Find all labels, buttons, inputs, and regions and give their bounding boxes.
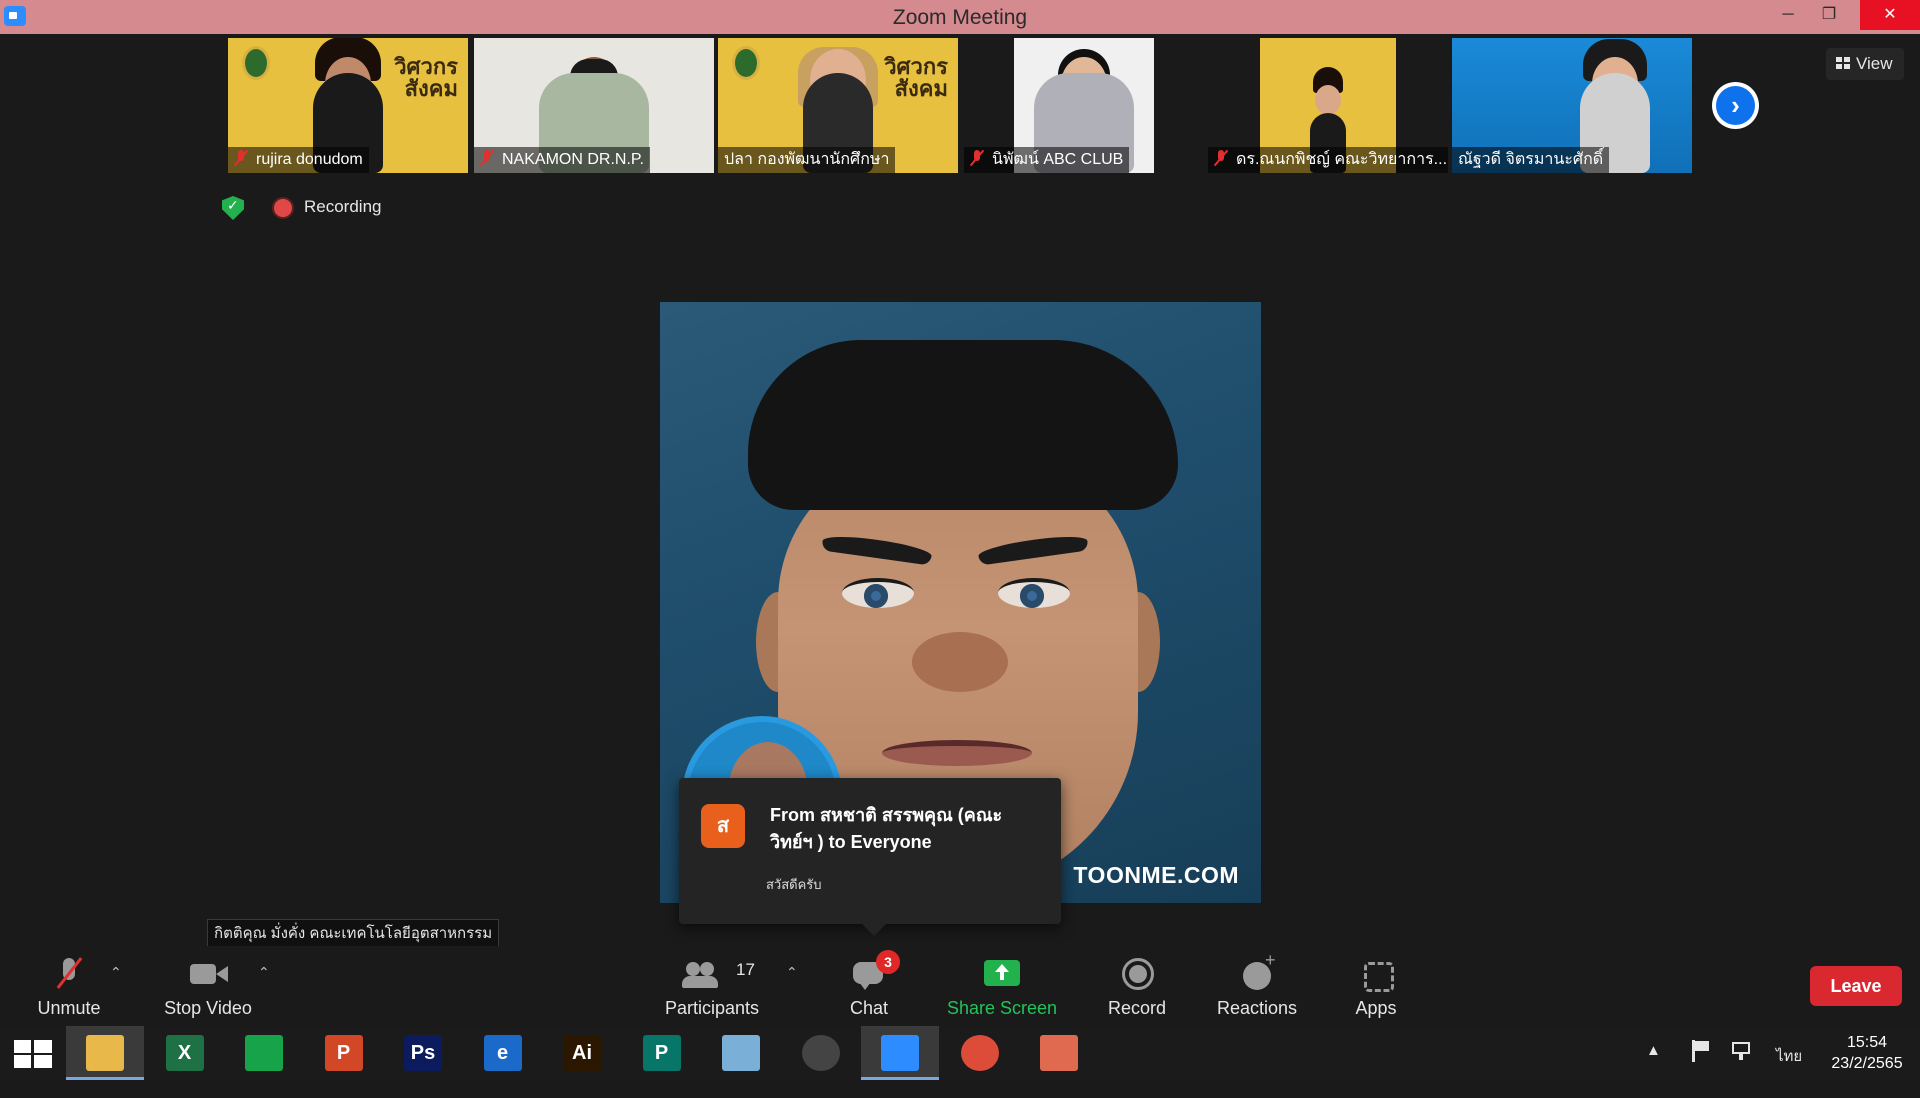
participant-name: ดร.ณนกพิชญ์ คณะวิทยาการ... (1208, 147, 1448, 173)
taskbar-publisher[interactable]: P (623, 1026, 701, 1080)
participant-count: 17 (736, 960, 755, 979)
grid-icon (1836, 57, 1850, 69)
chat-sender: From สหชาติ สรรพคุณ (คณะวิทย์ฯ ) to Ever… (770, 805, 1003, 852)
powerpoint-icon: P (324, 1035, 363, 1071)
participant-tile[interactable]: ณัฐวดี จิตรมานะศักดิ์ (1452, 38, 1692, 173)
network-icon[interactable] (1730, 1040, 1754, 1062)
eraser-app-icon (722, 1035, 760, 1071)
participants-options-caret[interactable]: ⌃ (786, 964, 798, 981)
windows-taskbar: X P Ps e Ai P ▲ ไทย 15:54 23/2/2565 (0, 1026, 1920, 1080)
participant-tile[interactable]: นิพัฒน์ ABC CLUB (964, 38, 1204, 173)
chrome-icon (960, 1035, 999, 1071)
mic-muted-icon (1214, 150, 1228, 166)
shield-icon[interactable] (222, 196, 244, 220)
chat-notification[interactable]: ส From สหชาติ สรรพคุณ (คณะวิทย์ฯ ) to Ev… (679, 778, 1061, 936)
participant-name: นิพัฒน์ ABC CLUB (964, 147, 1130, 173)
mic-muted-icon (234, 150, 248, 166)
taskbar-photoshop[interactable]: Ps (384, 1026, 462, 1080)
taskbar-photos[interactable] (1020, 1026, 1098, 1080)
apps-button[interactable]: Apps (1348, 946, 1404, 1026)
mic-muted-icon (970, 150, 984, 166)
video-options-caret[interactable]: ⌃ (258, 964, 270, 981)
next-page-button[interactable]: › (1712, 82, 1759, 129)
chat-unread-badge: 3 (876, 950, 900, 974)
windows-start-icon[interactable] (14, 1040, 52, 1068)
participant-name: rujira donudom (228, 147, 369, 173)
minimize-button[interactable]: ─ (1765, 0, 1811, 30)
apps-icon (1358, 956, 1394, 992)
participant-name: NAKAMON DR.N.P. (474, 147, 650, 173)
taskbar-file-explorer[interactable] (66, 1026, 144, 1080)
photoshop-icon: Ps (404, 1035, 442, 1071)
action-center-flag-icon[interactable] (1690, 1040, 1712, 1062)
taskbar-internet-explorer[interactable]: e (464, 1026, 542, 1080)
mic-off-icon (51, 956, 87, 990)
taskbar-excel[interactable]: X (146, 1026, 224, 1080)
taskbar-eraser-app[interactable] (702, 1026, 780, 1080)
participants-button[interactable]: 17 Participants (660, 946, 764, 1026)
view-button[interactable]: View (1826, 48, 1904, 80)
mic-muted-icon (480, 150, 494, 166)
taskbar-illustrator[interactable]: Ai (543, 1026, 621, 1080)
university-seal (242, 46, 270, 80)
file-explorer-icon (86, 1035, 124, 1071)
participant-tile[interactable]: วิศวกร สังคม rujira donudom (228, 38, 468, 173)
participant-tile[interactable]: NAKAMON DR.N.P. (474, 38, 714, 173)
zoom-icon (881, 1035, 919, 1071)
chat-message: สวัสดีครับ (766, 877, 822, 892)
leave-button[interactable]: Leave (1810, 966, 1902, 1006)
reactions-icon (1239, 950, 1276, 990)
participant-tile[interactable]: ดร.ณนกพิชญ์ คณะวิทยาการ... (1208, 38, 1448, 173)
share-screen-icon (984, 960, 1020, 986)
recording-label: Recording (304, 197, 382, 216)
excel-icon: X (165, 1035, 204, 1071)
recording-dot-icon[interactable] (274, 199, 292, 217)
clock[interactable]: 15:54 23/2/2565 (1815, 1032, 1919, 1074)
window-title: Zoom Meeting (892, 6, 1028, 29)
reactions-button[interactable]: Reactions (1214, 946, 1300, 1026)
chevron-right-icon: › (1731, 90, 1740, 120)
audio-options-caret[interactable]: ⌃ (110, 964, 122, 981)
watermark: TOONME.COM (1073, 862, 1239, 888)
tray-overflow-chevron[interactable]: ▲ (1646, 1042, 1661, 1096)
store-icon (245, 1035, 283, 1071)
video-camera-icon (190, 956, 228, 990)
photos-icon (1040, 1035, 1078, 1071)
taskbar-chrome[interactable] (941, 1026, 1019, 1080)
taskbar-photoscape[interactable] (782, 1026, 860, 1080)
participants-icon (682, 956, 718, 990)
title-bar: Zoom Meeting ─ ❐ ✕ (0, 0, 1920, 34)
unmute-button[interactable]: Unmute (28, 946, 110, 1026)
share-screen-button[interactable]: Share Screen (944, 946, 1060, 1026)
maximize-button[interactable]: ❐ (1806, 0, 1852, 30)
participant-tile[interactable]: วิศวกร สังคม ปลา กองพัฒนานักศึกษา (718, 38, 958, 173)
stop-video-button[interactable]: Stop Video (158, 946, 258, 1026)
banner-text: วิศวกร สังคม (394, 54, 458, 102)
photoscape-icon (801, 1035, 840, 1071)
participant-name: ณัฐวดี จิตรมานะศักดิ์ (1452, 147, 1610, 173)
speaker-name-tooltip: กิตติคุณ มั่งคั่ง คณะเทคโนโลยีอุตสาหกรรม (207, 919, 500, 947)
taskbar-zoom[interactable] (861, 1026, 939, 1080)
record-button[interactable]: Record (1100, 946, 1174, 1026)
close-button[interactable]: ✕ (1860, 0, 1920, 30)
taskbar-store[interactable] (225, 1026, 303, 1080)
illustrator-icon: Ai (563, 1035, 601, 1071)
banner-text: วิศวกร สังคม (884, 54, 948, 102)
language-indicator[interactable]: ไทย (1776, 1044, 1802, 1098)
university-seal (732, 46, 760, 80)
participant-name: ปลา กองพัฒนานักศึกษา (718, 147, 896, 173)
taskbar-powerpoint[interactable]: P (305, 1026, 383, 1080)
sender-avatar: ส (701, 804, 745, 848)
meeting-toolbar: Unmute ⌃ Stop Video ⌃ 17 Participants ⌃ … (0, 946, 1920, 1026)
publisher-icon: P (642, 1035, 681, 1071)
internet-explorer-icon: e (483, 1035, 522, 1071)
record-icon (1119, 956, 1155, 990)
